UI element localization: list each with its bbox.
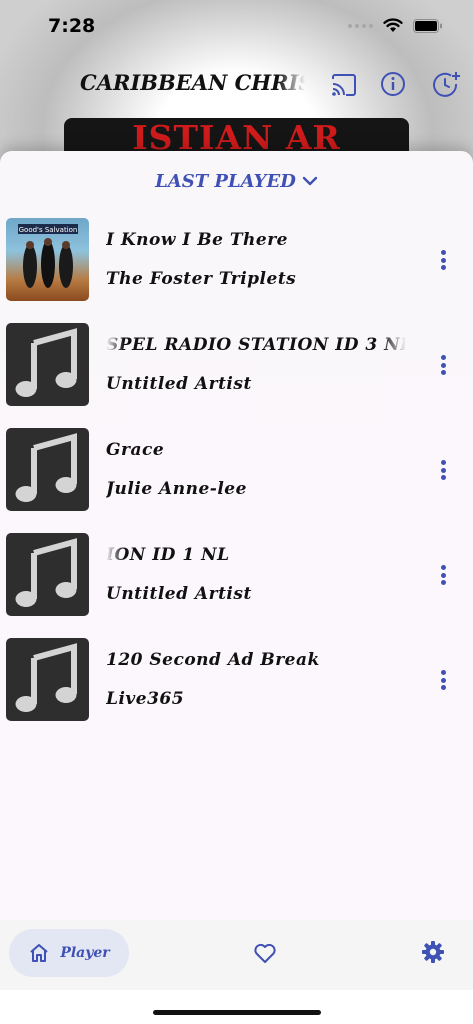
music-note-icon	[6, 428, 89, 511]
track-artist: Live365	[106, 689, 185, 709]
svg-text:Good's Salvation: Good's Salvation	[19, 226, 78, 234]
last-played-sheet: LAST PLAYED Good's Salvation I Know I Be…	[0, 151, 473, 921]
home-indicator	[153, 1010, 321, 1015]
gear-icon[interactable]	[421, 940, 445, 964]
last-played-toggle[interactable]: LAST PLAYED	[0, 169, 473, 193]
battery-icon	[413, 18, 442, 33]
track-artist: Untitled Artist	[106, 374, 252, 394]
info-icon[interactable]	[378, 70, 408, 100]
track-title: I Know I Be There	[106, 230, 288, 250]
more-options-icon[interactable]	[435, 563, 451, 587]
tab-bar: Player	[0, 920, 473, 990]
sheet-title: LAST PLAYED	[155, 170, 296, 192]
status-icons	[348, 18, 443, 33]
status-time: 7:28	[48, 15, 96, 37]
track-artist: Untitled Artist	[106, 584, 252, 604]
cellular-signal-icon	[348, 23, 373, 28]
track-title: SPEL RADIO STATION ID 3 NL	[106, 335, 406, 355]
track-list-item[interactable]: Grace Julie Anne-lee	[0, 428, 473, 512]
cast-icon[interactable]	[329, 70, 359, 100]
chevron-down-icon	[302, 176, 318, 186]
home-icon	[30, 944, 48, 962]
tab-player[interactable]: Player	[9, 929, 129, 977]
track-title: 120 Second Ad Break	[106, 650, 320, 670]
track-title: Grace	[106, 440, 165, 460]
status-bar: 7:28	[0, 0, 473, 54]
station-title: CARIBBEAN CHRISTIAN	[80, 70, 305, 95]
music-note-icon	[6, 533, 89, 616]
tab-player-label: Player	[60, 945, 110, 961]
music-note-icon	[6, 323, 89, 406]
track-list-item[interactable]: ION ID 1 NL Untitled Artist	[0, 533, 473, 617]
track-list-item[interactable]: Good's Salvation I Know I Be There The F…	[0, 218, 473, 302]
track-title: ION ID 1 NL	[106, 545, 230, 565]
track-list-item[interactable]: SPEL RADIO STATION ID 3 NL Untitled Arti…	[0, 323, 473, 407]
wifi-icon	[383, 18, 403, 32]
music-note-icon	[6, 638, 89, 721]
album-photo-icon: Good's Salvation	[6, 218, 89, 301]
more-options-icon[interactable]	[435, 248, 451, 272]
track-artist: The Foster Triplets	[106, 269, 297, 289]
track-list-item[interactable]: 120 Second Ad Break Live365	[0, 638, 473, 722]
sleep-timer-icon[interactable]	[431, 70, 461, 100]
more-options-icon[interactable]	[435, 353, 451, 377]
heart-icon[interactable]	[252, 940, 278, 966]
track-artist: Julie Anne-lee	[106, 479, 247, 499]
more-options-icon[interactable]	[435, 458, 451, 482]
more-options-icon[interactable]	[435, 668, 451, 692]
